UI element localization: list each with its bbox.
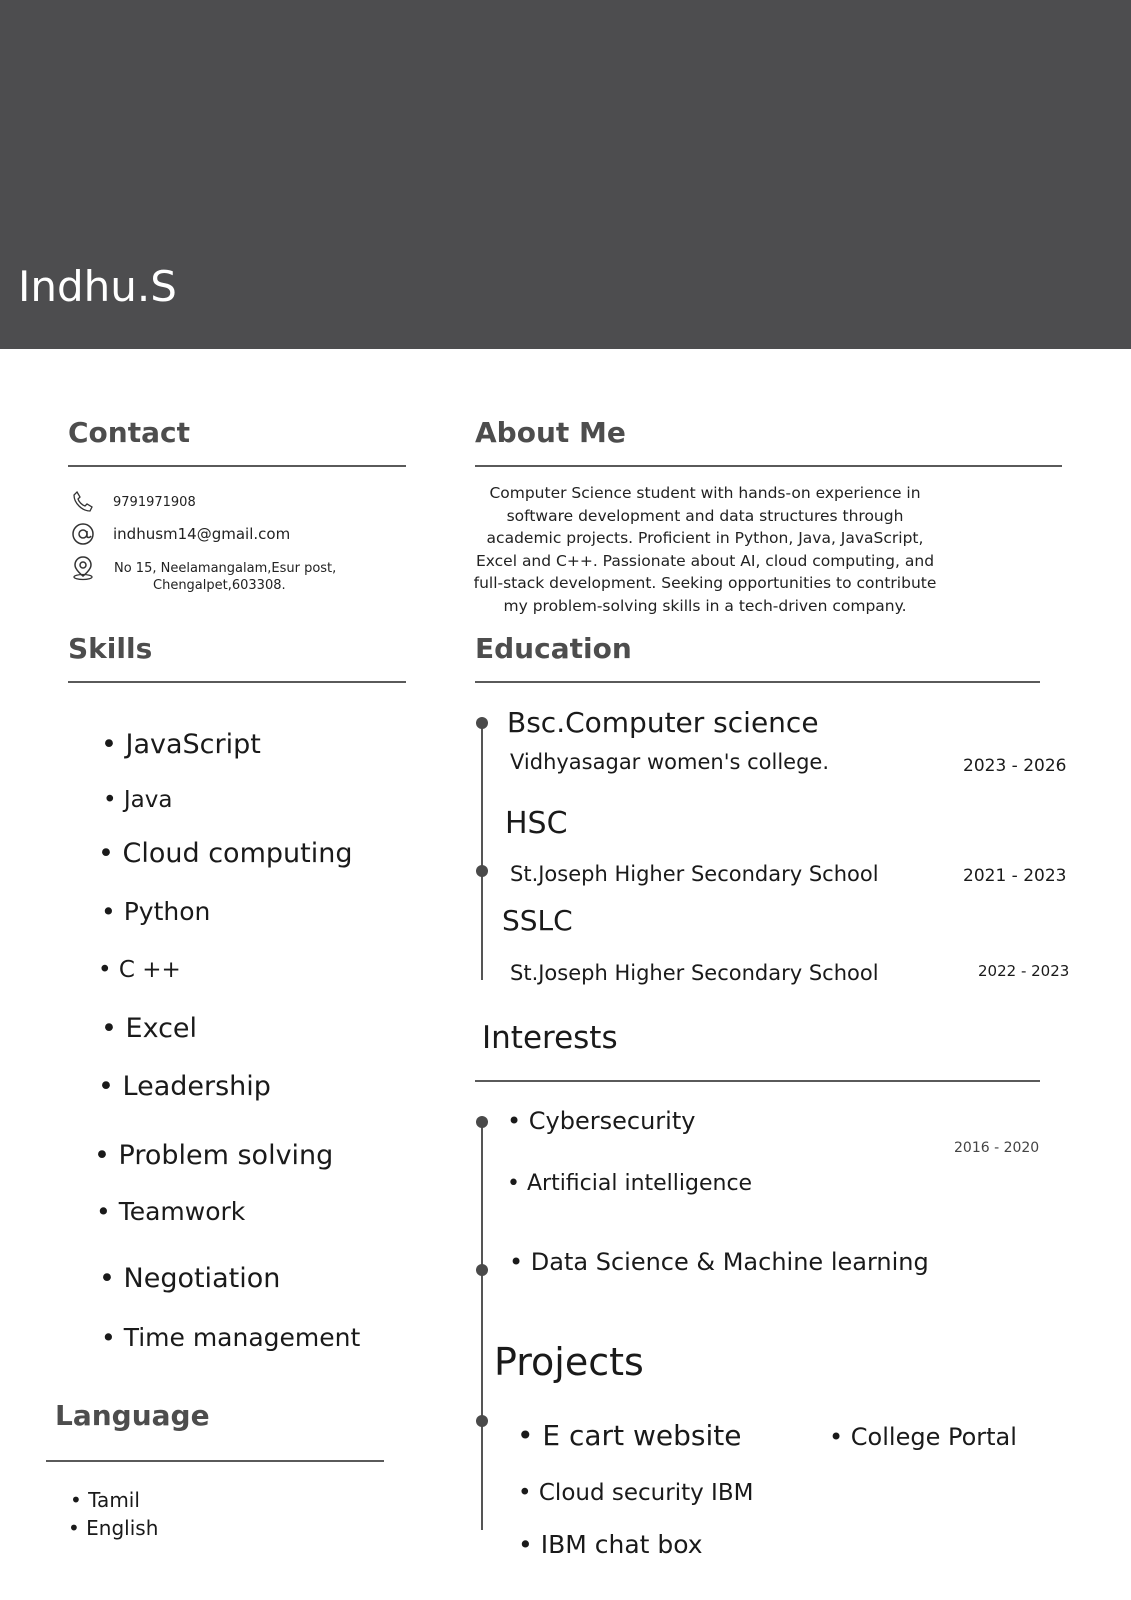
- interest-item: • Artificial intelligence: [507, 1171, 753, 1196]
- skill-item: • Teamwork: [96, 1197, 246, 1226]
- about-line: my problem-solving skills in a tech-driv…: [503, 596, 907, 615]
- about-text: Computer Science student with hands-on e…: [470, 482, 940, 617]
- timeline-dot: [476, 1116, 488, 1128]
- skill-item: • Python: [101, 897, 211, 926]
- education-years: 2021 - 2023: [963, 866, 1067, 886]
- about-line: full-stack development. Seeking opportun…: [473, 574, 937, 592]
- skill-item: • Time management: [101, 1323, 361, 1352]
- contact-address-line1: No 15, Neelamangalam,Esur post,: [114, 561, 337, 576]
- interest-item: • Cybersecurity: [507, 1107, 696, 1135]
- interests-divider: [475, 1080, 1040, 1082]
- projects-heading: Projects: [494, 1340, 644, 1384]
- timeline-dot: [476, 1415, 488, 1427]
- interests-heading: Interests: [482, 1020, 618, 1056]
- project-item: • Cloud security IBM: [518, 1480, 754, 1506]
- skill-item: • Excel: [101, 1013, 198, 1044]
- language-heading: Language: [55, 1399, 210, 1432]
- skill-item: • Negotiation: [99, 1263, 281, 1294]
- education-heading: Education: [475, 632, 632, 665]
- language-item: • English: [68, 1516, 159, 1540]
- interests-years: 2016 - 2020: [954, 1140, 1040, 1156]
- skills-heading: Skills: [68, 632, 153, 665]
- timeline-dot: [476, 717, 488, 729]
- education-degree: Bsc.Computer science: [507, 706, 819, 739]
- education-institution: St.Joseph Higher Secondary School: [510, 961, 879, 985]
- project-item: • E cart website: [517, 1419, 742, 1452]
- at-sign-icon: [72, 523, 94, 545]
- timeline-dot: [476, 1264, 488, 1276]
- contact-email: indhusm14@gmail.com: [113, 525, 291, 543]
- about-heading: About Me: [475, 416, 626, 449]
- skills-divider: [68, 681, 406, 683]
- skill-item: • Java: [103, 787, 173, 813]
- project-item: • IBM chat box: [518, 1530, 703, 1559]
- education-degree: HSC: [505, 806, 568, 841]
- contact-phone: 9791971908: [113, 495, 196, 510]
- skill-item: • Problem solving: [94, 1140, 334, 1171]
- education-timeline: [481, 722, 483, 980]
- contact-heading: Contact: [68, 416, 190, 449]
- skill-item: • C ++: [98, 957, 181, 983]
- language-item: • Tamil: [70, 1488, 140, 1512]
- skill-item: • Leadership: [98, 1071, 271, 1102]
- skill-item: • JavaScript: [101, 729, 261, 760]
- phone-icon: [73, 490, 93, 512]
- education-degree: SSLC: [502, 904, 573, 937]
- interests-timeline: [481, 1120, 483, 1530]
- location-pin-icon: [73, 556, 93, 581]
- about-line: academic projects. Proficient in Python,…: [486, 529, 924, 547]
- about-line: Computer Science student with hands-on e…: [489, 484, 921, 502]
- project-item: • College Portal: [829, 1423, 1017, 1451]
- education-institution: Vidhyasagar women's college.: [510, 750, 829, 774]
- contact-address-line2: Chengalpet,603308.: [153, 578, 286, 593]
- language-divider: [46, 1460, 384, 1462]
- timeline-dot: [476, 865, 488, 877]
- contact-divider: [68, 465, 406, 467]
- education-years: 2022 - 2023: [978, 962, 1070, 980]
- candidate-name: Indhu.S: [18, 262, 177, 311]
- about-line: software development and data structures…: [506, 506, 904, 525]
- education-divider: [475, 681, 1040, 683]
- skill-item: • Cloud computing: [98, 838, 353, 869]
- about-divider: [475, 465, 1062, 467]
- about-line: Excel and C++. Passionate about AI, clou…: [475, 551, 935, 570]
- education-institution: St.Joseph Higher Secondary School: [510, 862, 879, 886]
- education-years: 2023 - 2026: [963, 756, 1067, 776]
- interest-item: • Data Science & Machine learning: [509, 1248, 929, 1276]
